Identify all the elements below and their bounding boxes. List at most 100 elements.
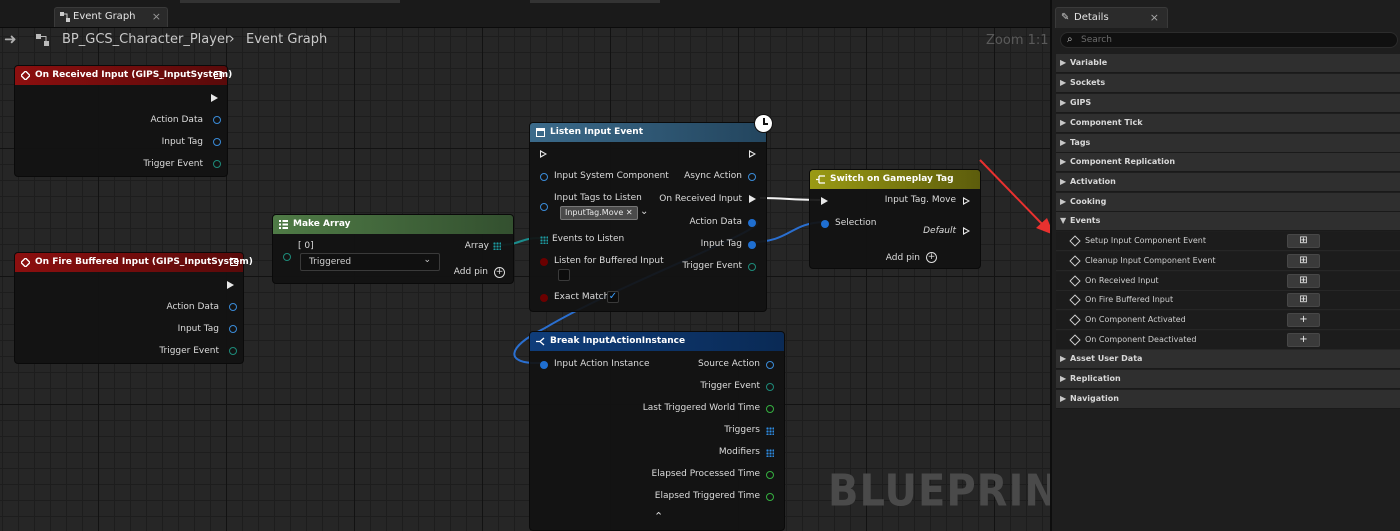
exec-in-pin[interactable] <box>540 150 547 158</box>
graph-canvas[interactable]: ➜ BP_GCS_Character_Player › Event Graph … <box>0 28 1050 531</box>
add-event-button[interactable]: + <box>1287 333 1320 347</box>
action-data-pin[interactable] <box>748 219 756 227</box>
node-listen-input-event[interactable]: Listen Input Event Input System Componen… <box>529 114 773 312</box>
node-header[interactable]: On Received Input (GIPS_InputSystem) <box>15 66 232 85</box>
event-row-on-component-deactivated: On Component Deactivated + <box>1056 331 1400 350</box>
category-gips[interactable]: ▶ GIPS <box>1056 94 1400 113</box>
go-to-event-button[interactable]: ⊞ <box>1287 254 1320 268</box>
trigger-event-pin[interactable] <box>766 383 774 391</box>
go-to-event-button[interactable]: ⊞ <box>1287 274 1320 288</box>
category-label: Variable <box>1070 58 1108 67</box>
node-switch-on-gameplay-tag[interactable]: Switch on Gameplay Tag Input Tag. Move S… <box>809 169 981 269</box>
input-tag-pin[interactable] <box>748 241 756 249</box>
breadcrumb-blueprint[interactable]: BP_GCS_Character_Player <box>62 32 230 47</box>
modifiers-pin[interactable] <box>766 449 774 457</box>
add-event-button[interactable]: + <box>1287 313 1320 327</box>
on-received-exec-pin[interactable] <box>749 195 756 203</box>
tab-details[interactable]: ✎ Details × <box>1055 7 1168 28</box>
node-header[interactable]: Make Array <box>273 215 513 234</box>
events-to-listen-pin[interactable] <box>540 236 548 244</box>
selection-pin[interactable] <box>821 220 829 228</box>
exact-match-pin[interactable] <box>540 294 548 302</box>
default-exec-pin[interactable] <box>963 227 970 235</box>
delegate-pin-icon[interactable] <box>230 258 238 266</box>
search-input[interactable]: ⌕ Search <box>1060 32 1398 48</box>
back-arrow-icon[interactable]: ➜ <box>4 30 17 48</box>
elapsed-triggered-time-pin[interactable] <box>766 493 774 501</box>
pin-label: Input Tags to Listen <box>554 193 642 203</box>
close-icon[interactable]: × <box>1150 11 1159 24</box>
node-make-array[interactable]: Make Array [ 0] Triggered ⌄ Array Add pi… <box>272 214 514 284</box>
breadcrumb: ➜ BP_GCS_Character_Player › Event Graph <box>0 28 1050 52</box>
pin-label: Input Action Instance <box>554 359 650 369</box>
chevron-up-icon[interactable]: ⌃ <box>654 510 663 523</box>
category-replication[interactable]: ▶ Replication <box>1056 370 1400 389</box>
input-system-component-pin[interactable] <box>540 173 548 181</box>
add-pin-button[interactable]: + <box>494 267 505 278</box>
category-component-replication[interactable]: ▶ Component Replication <box>1056 153 1400 172</box>
input-tag-pin[interactable] <box>229 325 237 333</box>
trigger-event-dropdown[interactable]: Triggered ⌄ <box>300 253 440 271</box>
source-action-pin[interactable] <box>766 361 774 369</box>
action-data-pin[interactable] <box>213 116 221 124</box>
triggers-pin[interactable] <box>766 427 774 435</box>
tab-event-graph[interactable]: Event Graph × <box>54 7 168 27</box>
exec-out-pin[interactable] <box>749 150 756 158</box>
category-sockets[interactable]: ▶ Sockets <box>1056 74 1400 93</box>
category-label: Activation <box>1070 177 1116 186</box>
chevron-right-icon: ▶ <box>1060 197 1067 206</box>
node-title: Listen Input Event <box>550 127 643 137</box>
listen-buffered-pin[interactable] <box>540 258 548 266</box>
node-header[interactable]: Break InputActionInstance <box>530 332 784 351</box>
case-exec-pin[interactable] <box>963 197 970 205</box>
tag-chip[interactable]: InputTag.Move ✕ <box>560 206 638 220</box>
pin-label: Modifiers <box>718 447 760 457</box>
add-pin-button[interactable]: + <box>926 252 937 263</box>
async-action-pin[interactable] <box>748 173 756 181</box>
category-component-tick[interactable]: ▶ Component Tick <box>1056 114 1400 133</box>
chevron-down-icon: ⌄ <box>423 255 431 265</box>
breadcrumb-graph[interactable]: Event Graph <box>246 32 327 47</box>
node-header[interactable]: Switch on Gameplay Tag <box>810 170 980 189</box>
category-label: Sockets <box>1070 78 1106 87</box>
trigger-event-pin[interactable] <box>229 347 237 355</box>
last-triggered-world-time-pin[interactable] <box>766 405 774 413</box>
array-out-pin[interactable] <box>493 242 501 250</box>
action-data-pin[interactable] <box>229 303 237 311</box>
close-icon[interactable]: × <box>152 10 161 23</box>
toolbar-edge <box>180 0 400 3</box>
category-label: Tags <box>1070 138 1091 147</box>
exec-out-pin[interactable] <box>227 281 234 289</box>
go-to-event-button[interactable]: ⊞ <box>1287 234 1320 248</box>
elapsed-processed-time-pin[interactable] <box>766 471 774 479</box>
category-asset-user-data[interactable]: ▶ Asset User Data <box>1056 350 1400 369</box>
delegate-pin-icon[interactable] <box>214 71 222 79</box>
node-on-received-input[interactable]: On Received Input (GIPS_InputSystem) Act… <box>14 65 232 177</box>
close-icon[interactable]: ✕ <box>626 208 633 217</box>
input-action-instance-pin[interactable] <box>540 361 548 369</box>
category-cooking[interactable]: ▶ Cooking <box>1056 193 1400 212</box>
category-navigation[interactable]: ▶ Navigation <box>1056 390 1400 409</box>
exact-match-checkbox[interactable]: ✓ <box>607 291 619 303</box>
graph-icon <box>60 12 70 22</box>
input-tags-pin[interactable] <box>540 203 548 211</box>
node-on-fire-buffered-input[interactable]: On Fire Buffered Input (GIPS_InputSystem… <box>14 252 253 364</box>
trigger-event-pin[interactable] <box>213 160 221 168</box>
category-variable[interactable]: ▶ Variable <box>1056 54 1400 73</box>
go-to-event-button[interactable]: ⊞ <box>1287 293 1320 307</box>
input-tag-pin[interactable] <box>213 138 221 146</box>
node-header[interactable]: Listen Input Event <box>530 123 766 142</box>
exec-in-pin[interactable] <box>821 197 828 205</box>
exec-out-pin[interactable] <box>211 94 218 102</box>
node-break-input-action-instance[interactable]: Break InputActionInstance Input Action I… <box>529 331 785 531</box>
category-events[interactable]: ▼ Events <box>1056 212 1400 231</box>
chevron-down-icon[interactable]: ⌄ <box>640 206 648 217</box>
node-header[interactable]: On Fire Buffered Input (GIPS_InputSystem… <box>15 253 253 272</box>
category-activation[interactable]: ▶ Activation <box>1056 173 1400 192</box>
listen-buffered-checkbox[interactable] <box>558 269 570 281</box>
event-label: On Component Activated <box>1085 315 1186 324</box>
chevron-right-icon: ▶ <box>1060 374 1067 383</box>
trigger-event-pin[interactable] <box>748 263 756 271</box>
category-tags[interactable]: ▶ Tags <box>1056 134 1400 153</box>
element-input-pin[interactable] <box>283 253 291 261</box>
